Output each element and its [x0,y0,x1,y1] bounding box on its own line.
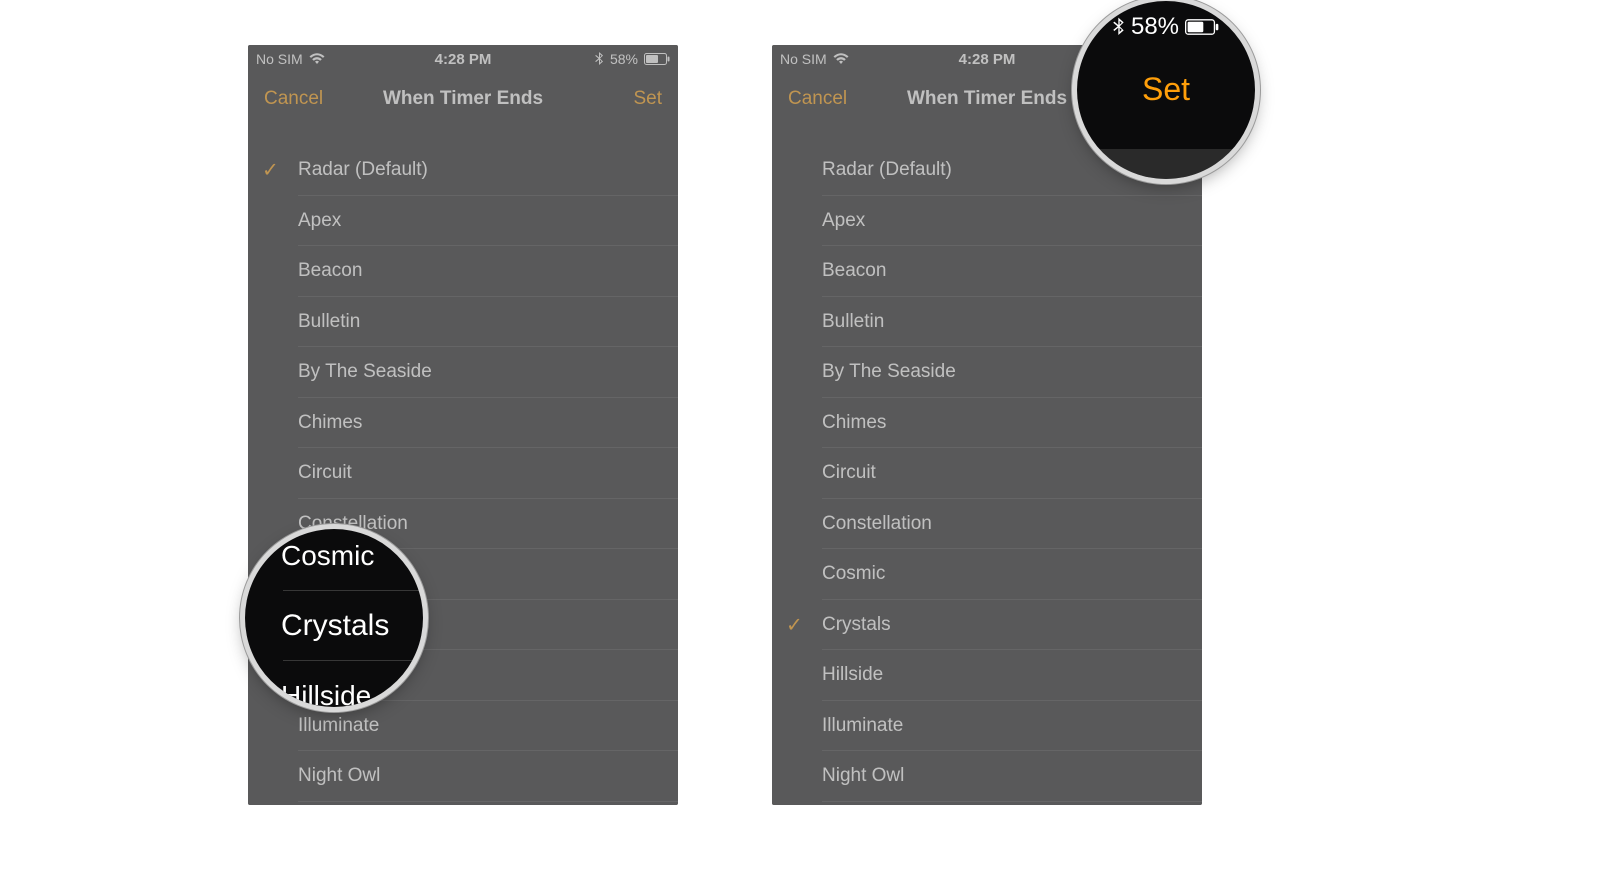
sound-row[interactable]: ✓Bulletin [772,297,1202,348]
battery-percent-label: 58% [610,51,638,67]
sound-row[interactable]: ✓Constellation [772,499,1202,550]
sound-label: Chimes [822,412,886,434]
sound-row[interactable]: ✓Night Owl [772,751,1202,802]
sound-row[interactable]: ✓Cosmic [772,549,1202,600]
sound-label: By The Seaside [822,361,956,383]
sound-label: Chimes [298,412,362,434]
sound-label: Circuit [822,462,876,484]
set-button[interactable]: Set [633,88,662,110]
sound-row[interactable]: ✓Hillside [772,650,1202,701]
sound-row[interactable]: ✓Illuminate [248,701,678,752]
sound-row[interactable]: ✓ Radar (Default) [248,145,678,196]
sound-row[interactable]: ✓Apex [248,196,678,247]
lens-row-highlight: Crystals [245,591,423,661]
sound-label: Bulletin [298,311,360,333]
nav-bar: Cancel When Timer Ends Set [248,73,678,125]
sound-label: Cosmic [822,563,885,585]
sound-label: Bulletin [822,311,884,333]
carrier-label: No SIM [256,51,303,67]
sound-label: Beacon [298,260,362,282]
sound-row[interactable]: ✓Chimes [248,398,678,449]
status-bar: No SIM 4:28 PM 58% [248,45,678,73]
sound-label: By The Seaside [298,361,432,383]
sound-row[interactable]: ✓Bulletin [248,297,678,348]
bluetooth-icon [595,52,604,66]
battery-icon [644,53,670,65]
sound-label: Constellation [822,513,932,535]
sound-row[interactable]: ✓Circuit [248,448,678,499]
lens-list-top-edge [1077,149,1255,179]
sound-label: Beacon [822,260,886,282]
sound-row[interactable]: ✓Illuminate [772,701,1202,752]
magnifier-lens-crystals: Cosmic Crystals Hillside [245,529,423,707]
wifi-icon [309,53,325,65]
checkmark-icon: ✓ [786,612,803,637]
sound-label: Illuminate [822,715,903,737]
sound-label: Radar (Default) [298,159,428,181]
wifi-icon [833,53,849,65]
sound-row[interactable]: ✓By The Seaside [772,347,1202,398]
carrier-label: No SIM [780,51,827,67]
lens-status-fragment: 58% [1077,13,1255,41]
sound-label: Night Owl [298,765,380,787]
sound-label: Apex [822,210,865,232]
cancel-button[interactable]: Cancel [788,88,847,110]
sound-row[interactable]: ✓By The Seaside [248,347,678,398]
sound-label: Night Owl [822,765,904,787]
sound-row[interactable]: ✓Apex [772,196,1202,247]
cancel-button[interactable]: Cancel [264,88,323,110]
sound-row[interactable]: ✓Night Owl [248,751,678,802]
sound-label: Hillside [822,664,883,686]
sound-label: Radar (Default) [822,159,952,181]
sound-row[interactable]: ✓Circuit [772,448,1202,499]
sound-row[interactable]: ✓Chimes [772,398,1202,449]
section-gap [248,125,678,145]
battery-percent-label: 58% [1131,13,1179,41]
bluetooth-icon [1113,17,1125,37]
sound-row[interactable]: ✓Beacon [772,246,1202,297]
sound-label: Illuminate [298,715,379,737]
sound-row[interactable]: ✓Beacon [248,246,678,297]
battery-icon [1185,19,1219,35]
sound-label: Apex [298,210,341,232]
sound-list[interactable]: ✓ Radar (Default) ✓Apex✓Beacon✓Bulletin✓By… [772,145,1202,802]
checkmark-icon: ✓ [262,158,279,183]
lens-row: Hillside [245,661,423,707]
lens-set-button[interactable]: Set [1077,71,1255,108]
magnifier-lens-set-button: 58% Set [1077,1,1255,179]
tutorial-two-phone-stage: No SIM 4:28 PM 58% Cancel When Timer End… [0,0,1600,891]
sound-label: Circuit [298,462,352,484]
lens-row: Cosmic [245,529,423,591]
sound-label: Crystals [822,614,891,636]
sound-row[interactable]: ✓ Crystals [772,600,1202,651]
